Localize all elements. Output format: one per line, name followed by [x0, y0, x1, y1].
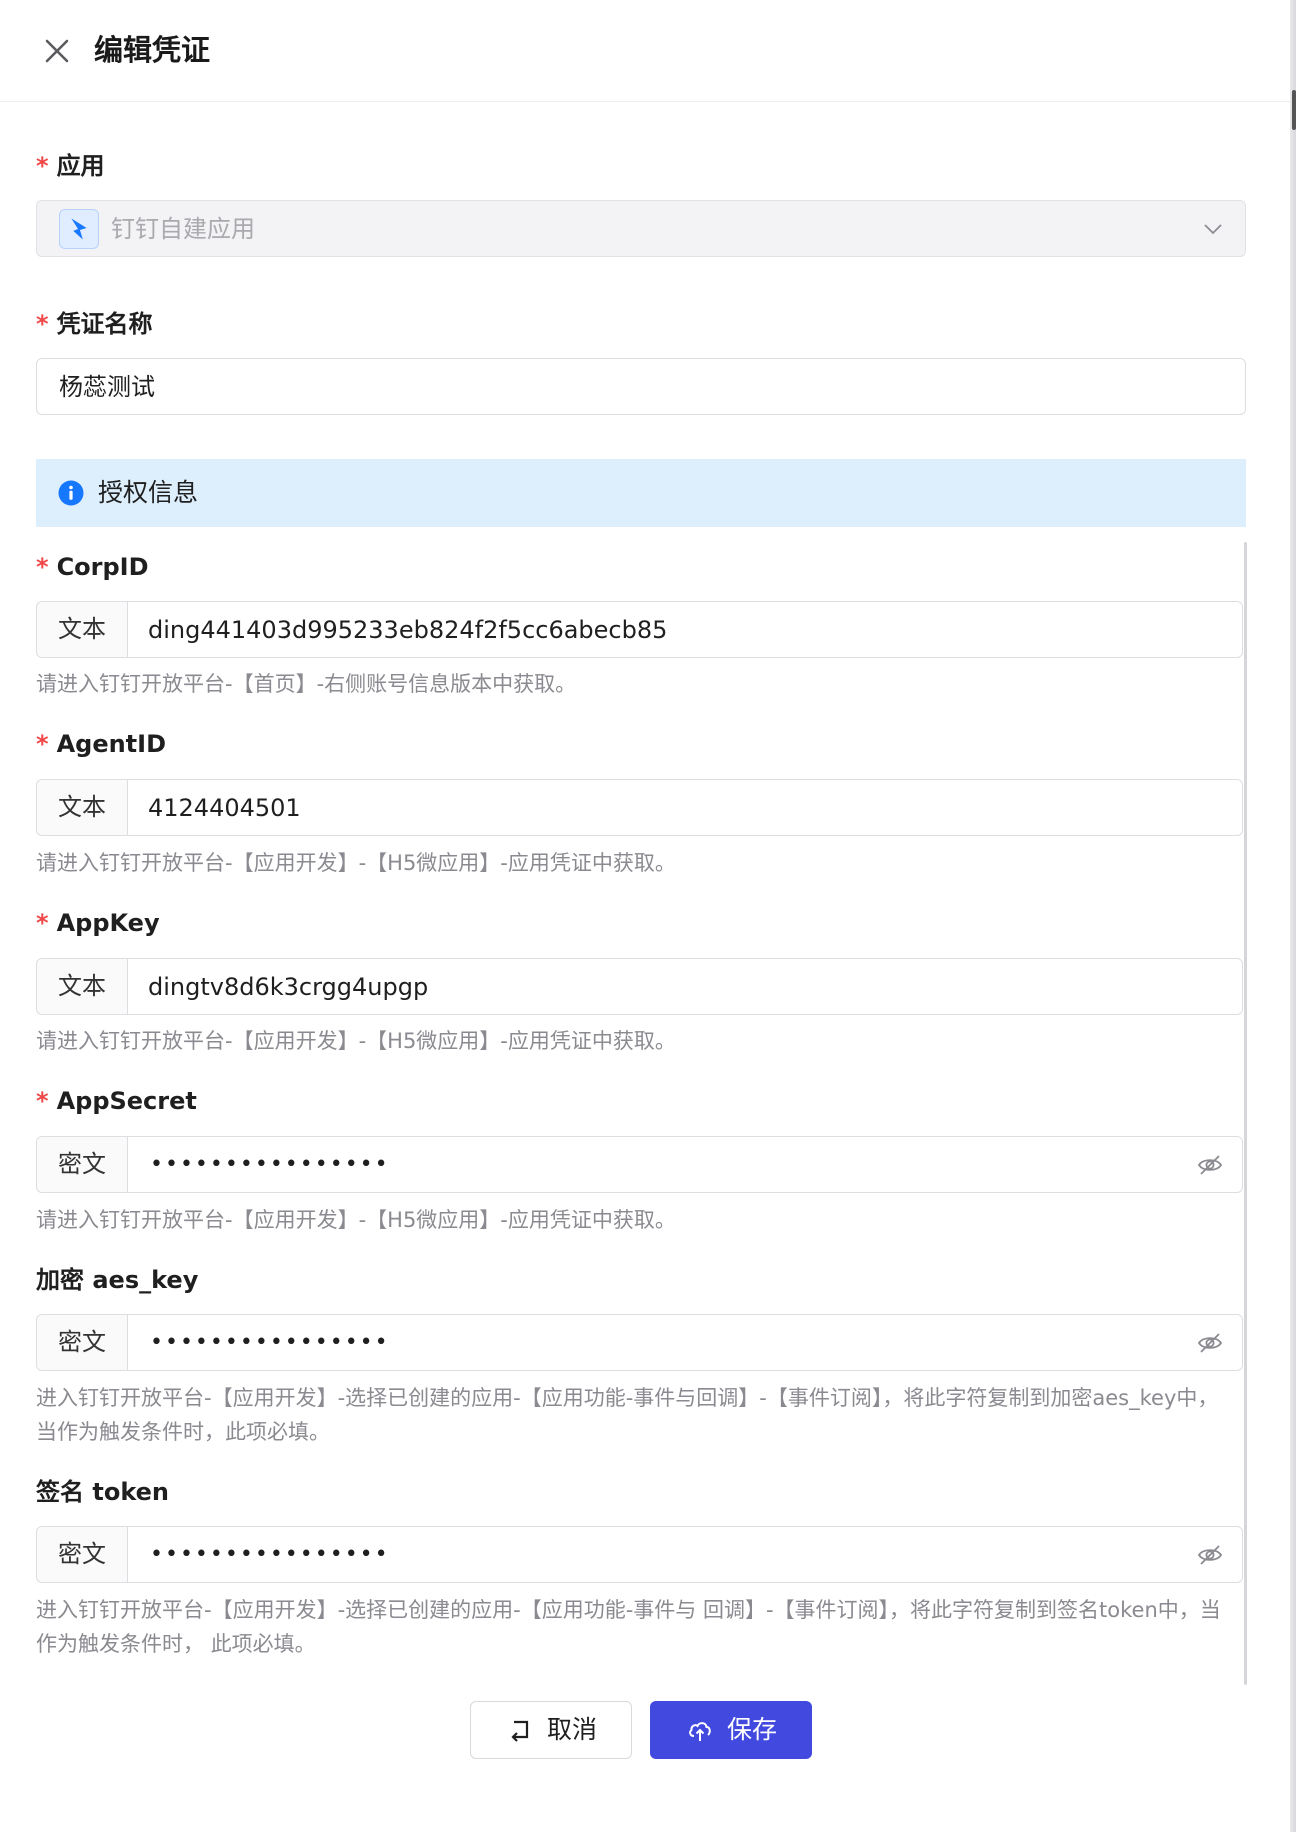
appkey-hint: 请进入钉钉开放平台-【应用开发】-【H5微应用】-应用凭证中获取。	[36, 1029, 676, 1053]
eye-off-icon[interactable]	[1196, 1151, 1224, 1179]
corpid-hint: 请进入钉钉开放平台-【首页】-右侧账号信息版本中获取。	[36, 672, 577, 696]
app-label: * 应用	[36, 152, 105, 180]
close-icon[interactable]	[40, 34, 74, 68]
cancel-label: 取消	[547, 1715, 598, 1744]
auth-info-banner: 授权信息	[36, 459, 1246, 527]
info-icon	[58, 480, 84, 506]
token-label: 签名 token	[36, 1478, 169, 1506]
credential-name-input[interactable]: 杨蕊测试	[36, 358, 1246, 415]
required-mark: *	[36, 152, 49, 180]
corpid-value: ding441403d995233eb824f2f5cc6abecb85	[148, 616, 668, 644]
app-select[interactable]: 钉钉自建应用	[36, 200, 1246, 257]
agentid-field[interactable]: 文本 4124404501	[36, 779, 1243, 836]
agentid-label: * AgentID	[36, 730, 167, 758]
value-type-prefix[interactable]: 密文	[37, 1315, 128, 1370]
credential-name-label: * 凭证名称	[36, 310, 153, 338]
save-button[interactable]: 保存	[650, 1701, 812, 1759]
required-mark: *	[36, 310, 49, 338]
aes-key-label: 加密 aes_key	[36, 1266, 199, 1294]
aes-key-masked-value: ••••••••••••••••	[150, 1330, 390, 1355]
edit-credential-drawer: 编辑凭证 * 应用 钉钉自建应用 * 凭证名称 杨蕊测试 授权信息 * CorpID	[0, 0, 1290, 1832]
agentid-hint: 请进入钉钉开放平台-【应用开发】-【H5微应用】-应用凭证中获取。	[36, 851, 676, 875]
auth-info-title: 授权信息	[98, 478, 199, 507]
appkey-label: * AppKey	[36, 909, 160, 937]
required-mark: *	[36, 730, 49, 758]
corpid-label: * CorpID	[36, 553, 149, 581]
app-select-value: 钉钉自建应用	[111, 215, 255, 243]
eye-off-icon[interactable]	[1196, 1541, 1224, 1569]
value-type-prefix[interactable]: 文本	[37, 959, 128, 1014]
token-masked-value: ••••••••••••••••	[150, 1542, 390, 1567]
aes-key-field[interactable]: 密文 ••••••••••••••••	[36, 1314, 1243, 1371]
window-edge	[1290, 0, 1296, 1832]
appsecret-label: * AppSecret	[36, 1087, 197, 1115]
required-mark: *	[36, 1087, 49, 1115]
drawer-title: 编辑凭证	[94, 33, 211, 67]
eye-off-icon[interactable]	[1196, 1329, 1224, 1357]
appsecret-masked-value: ••••••••••••••••	[150, 1152, 390, 1177]
value-type-prefix[interactable]: 文本	[37, 602, 128, 657]
value-type-prefix[interactable]: 密文	[37, 1527, 128, 1582]
value-type-prefix[interactable]: 密文	[37, 1137, 128, 1192]
cancel-button[interactable]: 取消	[470, 1701, 632, 1759]
undo-icon	[511, 1720, 529, 1742]
required-mark: *	[36, 909, 49, 937]
drawer-header: 编辑凭证	[0, 0, 1290, 102]
appkey-value: dingtv8d6k3crgg4upgp	[148, 973, 429, 1001]
dingtalk-icon	[59, 209, 99, 249]
required-mark: *	[36, 553, 49, 581]
corpid-field[interactable]: 文本 ding441403d995233eb824f2f5cc6abecb85	[36, 601, 1243, 658]
save-label: 保存	[727, 1715, 778, 1744]
cloud-upload-icon	[689, 1722, 711, 1741]
appsecret-hint: 请进入钉钉开放平台-【应用开发】-【H5微应用】-应用凭证中获取。	[36, 1208, 676, 1232]
value-type-prefix[interactable]: 文本	[37, 780, 128, 835]
window-edge-handle	[1292, 90, 1296, 130]
appsecret-field[interactable]: 密文 ••••••••••••••••	[36, 1136, 1243, 1193]
token-field[interactable]: 密文 ••••••••••••••••	[36, 1526, 1243, 1583]
agentid-value: 4124404501	[148, 794, 301, 822]
appkey-field[interactable]: 文本 dingtv8d6k3crgg4upgp	[36, 958, 1243, 1015]
scrollbar[interactable]	[1244, 542, 1247, 1685]
chevron-down-icon	[1204, 224, 1222, 235]
token-hint: 进入钉钉开放平台-【应用开发】-选择已创建的应用-【应用功能-事件与 回调】-【…	[36, 1598, 1221, 1656]
aes-key-hint: 进入钉钉开放平台-【应用开发】-选择已创建的应用-【应用功能-事件与回调】-【事…	[36, 1386, 1219, 1444]
